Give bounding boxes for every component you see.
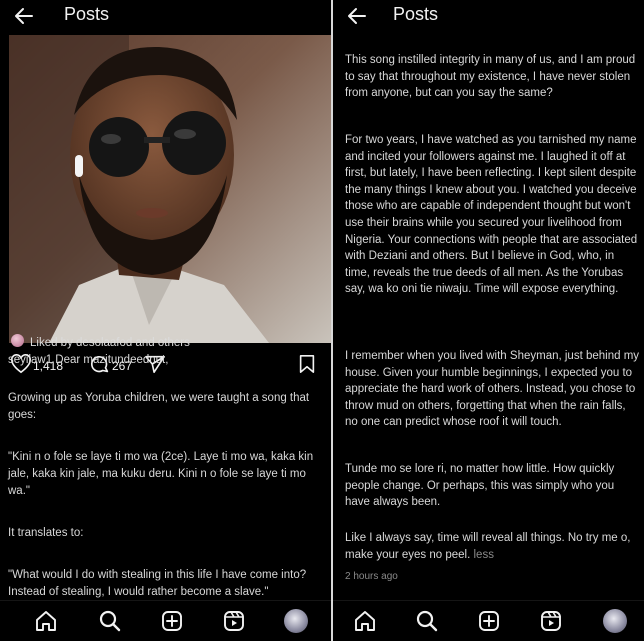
reels-icon[interactable]: [539, 609, 563, 633]
create-icon[interactable]: [160, 609, 184, 633]
portrait-illustration: [9, 35, 331, 343]
page-title: Posts: [64, 4, 110, 24]
profile-avatar[interactable]: [603, 609, 627, 633]
bookmark-icon[interactable]: [298, 354, 316, 374]
caption-paragraph: Growing up as Yoruba children, we were t…: [8, 392, 310, 421]
top-bar: Posts: [0, 0, 331, 34]
liker-avatar[interactable]: [11, 334, 24, 347]
post-timestamp: 2 hours ago: [345, 571, 398, 582]
back-arrow-icon[interactable]: [12, 4, 36, 28]
screenshot-composite: Posts 1,418 267 Liked by desolaafod and …: [0, 0, 644, 641]
search-icon[interactable]: [98, 609, 122, 633]
caption-paragraph: For two years, I have watched as you tar…: [345, 134, 638, 296]
bottom-nav: [333, 600, 644, 641]
bottom-nav: [0, 600, 331, 641]
page-title: Posts: [393, 4, 439, 24]
less-link[interactable]: less: [474, 549, 494, 561]
liked-by-text[interactable]: Liked by desolaafod and others: [30, 337, 190, 349]
left-screen: Posts 1,418 267 Liked by desolaafod and …: [0, 0, 331, 641]
create-icon[interactable]: [477, 609, 501, 633]
profile-avatar[interactable]: [284, 609, 308, 633]
caption-paragraph: I remember when you lived with Sheyman, …: [345, 350, 640, 429]
right-screen: Posts This song instilled integrity in m…: [333, 0, 644, 641]
reels-icon[interactable]: [222, 609, 246, 633]
home-icon[interactable]: [34, 609, 58, 633]
caption-paragraph: "Kini n o fole se laye ti mo wa (2ce). L…: [8, 451, 314, 497]
top-bar: Posts: [333, 0, 644, 34]
caption-paragraph: This song instilled integrity in many of…: [345, 54, 636, 100]
post-image[interactable]: [9, 35, 331, 343]
back-arrow-icon[interactable]: [345, 4, 369, 28]
caption-username-line: seyilaw1 Dear mazitundeednut,: [8, 354, 169, 366]
search-icon[interactable]: [415, 609, 439, 633]
caption-paragraph: Tunde mo se lore ri, no matter how littl…: [345, 463, 615, 509]
home-icon[interactable]: [353, 609, 377, 633]
caption-paragraph: It translates to:: [8, 527, 84, 539]
caption-paragraph: "What would I do with stealing in this l…: [8, 569, 307, 598]
caption-paragraph: Like I always say, time will reveal all …: [345, 530, 641, 563]
